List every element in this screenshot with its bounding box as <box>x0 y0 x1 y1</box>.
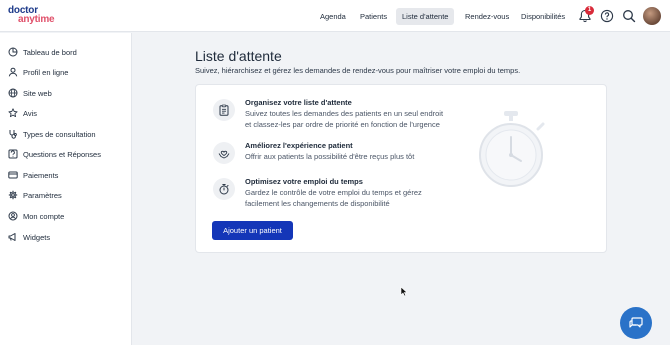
stethoscope-icon <box>9 130 17 139</box>
sidebar-item-label: Paramètres <box>23 190 62 200</box>
stopwatch-icon <box>219 184 229 195</box>
help-button[interactable] <box>599 8 615 24</box>
nav-liste-attente[interactable]: Liste d'attente <box>396 8 455 25</box>
question-chat-icon <box>8 149 18 159</box>
nav-agenda[interactable]: Agenda <box>314 8 352 25</box>
credit-card-icon <box>8 171 18 179</box>
search-icon <box>623 10 636 23</box>
gear-icon <box>8 190 18 200</box>
sidebar: Tableau de bord Profil en ligne Site web… <box>0 33 132 345</box>
hands-heart-icon <box>218 150 230 159</box>
feature-description: et classez-les par ordre de priorité en … <box>245 120 440 129</box>
sidebar-item-tableau-de-bord[interactable]: Tableau de bord <box>8 45 128 59</box>
notification-badge: 1 <box>585 6 594 15</box>
account-circle-icon <box>8 211 18 221</box>
search-button[interactable] <box>621 8 637 24</box>
nav-rendez-vous[interactable]: Rendez-vous <box>459 8 515 25</box>
sidebar-item-label: Tableau de bord <box>23 47 77 57</box>
chart-pie-icon <box>8 47 18 57</box>
feature-title: Améliorez l'expérience patient <box>245 141 353 150</box>
sidebar-item-label: Avis <box>23 108 38 118</box>
feature-title: Organisez votre liste d'attente <box>245 98 352 107</box>
sidebar-item-paiements[interactable]: Paiements <box>8 168 128 182</box>
sidebar-item-widgets[interactable]: Widgets <box>8 230 128 244</box>
feature-description: facilement les changements de disponibil… <box>245 199 390 208</box>
sidebar-item-label: Site web <box>23 88 52 98</box>
brand-logo[interactable]: doctor anytime <box>8 6 55 25</box>
user-avatar[interactable] <box>643 7 661 25</box>
add-patient-button[interactable]: Ajouter un patient <box>212 221 293 240</box>
user-icon <box>8 67 18 77</box>
sidebar-item-types-de-consultation[interactable]: Types de consultation <box>8 127 128 141</box>
feature-title: Optimisez votre emploi du temps <box>245 177 363 186</box>
sidebar-item-parametres[interactable]: Paramètres <box>8 188 128 202</box>
sidebar-item-label: Types de consultation <box>23 129 96 139</box>
sidebar-item-label: Profil en ligne <box>23 67 69 77</box>
feature-description: Gardez le contrôle de votre emploi du te… <box>245 188 422 197</box>
chat-button[interactable] <box>620 307 652 339</box>
sidebar-item-site-web[interactable]: Site web <box>8 86 128 100</box>
page-subtitle: Suivez, hiérarchisez et gérez les demand… <box>195 66 521 75</box>
sidebar-item-label: Paiements <box>23 170 59 180</box>
sidebar-item-profil-en-ligne[interactable]: Profil en ligne <box>8 65 128 79</box>
top-bar: doctor anytime Agenda Patients Liste d'a… <box>0 0 670 32</box>
megaphone-icon <box>8 233 16 241</box>
star-icon <box>8 108 18 118</box>
notifications-button[interactable]: 1 <box>577 6 594 24</box>
feature-description: Suivez toutes les demandes des patients … <box>245 109 444 118</box>
sidebar-item-mon-compte[interactable]: Mon compte <box>8 209 128 223</box>
feature-icon-wrapper <box>213 142 235 164</box>
feature-description: Offrir aux patients la possibilité d'êtr… <box>245 152 415 161</box>
help-circle-icon <box>600 9 614 23</box>
chat-bubbles-icon <box>629 317 643 328</box>
nav-patients[interactable]: Patients <box>354 8 393 25</box>
sidebar-item-label: Widgets <box>23 232 51 242</box>
mouse-cursor-icon <box>400 286 408 297</box>
sidebar-item-label: Questions et Réponses <box>23 149 101 159</box>
globe-icon <box>8 88 18 98</box>
nav-disponibilites[interactable]: Disponibilités <box>515 8 571 25</box>
stopwatch-illustration-icon <box>479 111 545 187</box>
sidebar-item-label: Mon compte <box>23 211 65 221</box>
page-title: Liste d'attente <box>195 48 282 64</box>
sidebar-item-questions-et-reponses[interactable]: Questions et Réponses <box>8 147 128 161</box>
sidebar-item-avis[interactable]: Avis <box>8 106 128 120</box>
feature-icon-wrapper <box>213 99 235 121</box>
logo-text-anytime: anytime <box>18 14 55 25</box>
clipboard-list-icon <box>219 104 229 116</box>
feature-icon-wrapper <box>213 178 235 200</box>
